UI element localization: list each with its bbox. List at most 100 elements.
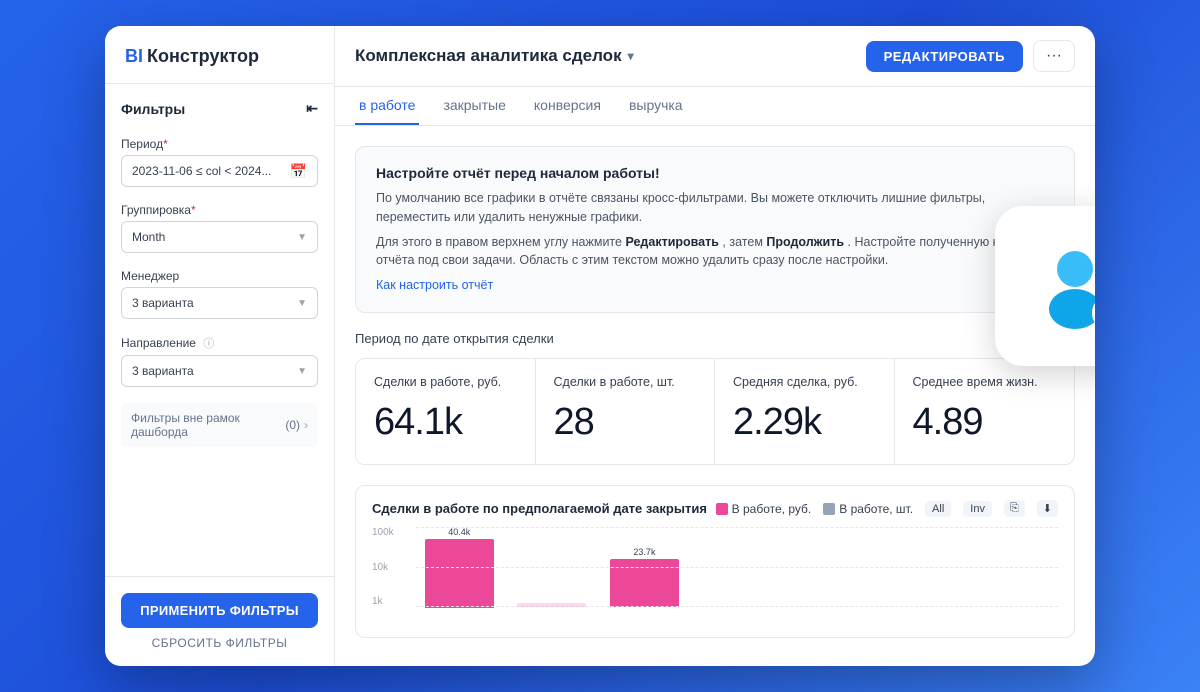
outside-filters-count: (0) (285, 418, 300, 432)
kpi-card-0: Сделки в работе, руб. 64.1k (356, 359, 536, 464)
tab-revenue[interactable]: выручка (625, 87, 687, 125)
direction-value: 3 варианта (132, 364, 194, 378)
chevron-down-icon: ▼ (297, 366, 307, 377)
bar-group-2: 23.7k (601, 527, 688, 625)
topbar: Комплексная аналитика сделок ▾ РЕДАКТИРО… (335, 26, 1095, 87)
y-label-1k: 1k (372, 596, 410, 607)
bar-group-3 (694, 527, 781, 625)
app-logo: BI Конструктор (105, 26, 334, 84)
bar-group-4 (786, 527, 873, 625)
period-input[interactable]: 2023-11-06 ≤ col < 2024... 📅 (121, 155, 318, 187)
period-filter-group: Период* 2023-11-06 ≤ col < 2024... 📅 (121, 137, 318, 187)
tab-in-work[interactable]: в работе (355, 87, 419, 125)
chart-copy-button[interactable]: ⎘ (1004, 500, 1025, 517)
kpi-title-1: Сделки в работе, шт. (554, 375, 697, 389)
chart-title: Сделки в работе по предполагаемой дате з… (372, 501, 707, 516)
period-value: 2023-11-06 ≤ col < 2024... (132, 164, 271, 178)
outside-filters[interactable]: Фильтры вне рамок дашборда (0) › (121, 403, 318, 447)
bar-pink-0 (425, 539, 494, 608)
logo-rest-text: Конструктор (147, 46, 259, 67)
chart-bars: 40.4k 23.7k (416, 527, 1058, 625)
topbar-title: Комплексная аналитика сделок ▾ (355, 46, 634, 66)
sidebar-content: Фильтры ⇤ Период* 2023-11-06 ≤ col < 202… (105, 84, 334, 576)
kpi-card-1: Сделки в работе, шт. 28 (536, 359, 716, 464)
y-label-100k: 100k (372, 527, 410, 538)
collapse-icon[interactable]: ⇤ (306, 100, 318, 117)
apply-filters-button[interactable]: ПРИМЕНИТЬ ФИЛЬТРЫ (121, 593, 318, 628)
ellipsis-icon: ··· (1046, 47, 1062, 65)
legend-label-pink: В работе, руб. (732, 502, 812, 516)
kpi-card-3: Среднее время жизн. 4.89 (895, 359, 1075, 464)
filters-title: Фильтры (121, 101, 185, 117)
tab-conversion[interactable]: конверсия (530, 87, 605, 125)
bar-group-1 (509, 527, 596, 625)
bar-group-5 (879, 527, 966, 625)
chart-y-axis: 100k 10k 1k (372, 527, 410, 625)
info-icon: ⓘ (203, 338, 214, 350)
setup-title: Настройте отчёт перед началом работы! (376, 165, 1054, 181)
chart-header: Сделки в работе по предполагаемой дате з… (356, 486, 1074, 527)
app-window: BI Конструктор Фильтры ⇤ Период* 2023-11… (105, 26, 1095, 666)
grouping-label: Группировка* (121, 203, 318, 217)
chevron-right-icon: › (304, 418, 308, 432)
main-content-area: Комплексная аналитика сделок ▾ РЕДАКТИРО… (335, 26, 1095, 666)
legend-dot-gray (823, 503, 835, 515)
bar-pink-3 (702, 605, 771, 607)
tabs-bar: в работе закрытые конверсия выручка (335, 87, 1095, 126)
kpi-title-2: Средняя сделка, руб. (733, 375, 876, 389)
y-label-10k: 10k (372, 562, 410, 573)
kpi-title-0: Сделки в работе, руб. (374, 375, 517, 389)
chevron-down-icon: ▼ (297, 298, 307, 309)
chart-download-button[interactable]: ⬇ (1037, 500, 1058, 517)
manager-select[interactable]: 3 варианта ▼ (121, 287, 318, 319)
chart-inv-button[interactable]: Inv (963, 501, 992, 517)
manager-filter-group: Менеджер 3 варианта ▼ (121, 269, 318, 319)
chart-legend: В работе, руб. В работе, шт. All Inv ⎘ ⬇ (716, 500, 1058, 517)
reset-filters-button[interactable]: СБРОСИТЬ ФИЛЬТРЫ (121, 636, 318, 650)
setup-link[interactable]: Как настроить отчёт (376, 278, 493, 292)
sidebar-footer: ПРИМЕНИТЬ ФИЛЬТРЫ СБРОСИТЬ ФИЛЬТРЫ (105, 576, 334, 666)
avatar-container (1030, 241, 1095, 331)
grouping-select[interactable]: Month ▼ (121, 221, 318, 253)
main-scrollable: Настройте отчёт перед началом работы! По… (335, 126, 1095, 666)
tab-closed[interactable]: закрытые (439, 87, 509, 125)
legend-label-gray: В работе, шт. (839, 502, 913, 516)
direction-label: Направление ⓘ (121, 335, 318, 351)
calendar-icon: 📅 (290, 163, 307, 180)
bar-val-label-0: 40.4k (448, 527, 470, 537)
setup-text1: По умолчанию все графики в отчёте связан… (376, 189, 1054, 227)
title-dropdown-icon[interactable]: ▾ (628, 49, 634, 63)
chevron-down-icon: ▼ (297, 232, 307, 243)
chart-body: 100k 10k 1k 40.4k (356, 527, 1074, 637)
outside-filters-label: Фильтры вне рамок дашборда (131, 411, 285, 439)
bar-val-label-2: 23.7k (633, 547, 655, 557)
period-section-label: Период по дате открытия сделки (355, 331, 1075, 346)
kpi-value-3: 4.89 (913, 401, 1057, 444)
direction-filter-group: Направление ⓘ 3 варианта ▼ (121, 335, 318, 387)
person-icon (1030, 241, 1095, 331)
bar-pink-2 (610, 559, 679, 607)
legend-dot-pink (716, 503, 728, 515)
chart-section: Сделки в работе по предполагаемой дате з… (355, 485, 1075, 638)
bar-group-6 (971, 527, 1058, 625)
sidebar: BI Конструктор Фильтры ⇤ Период* 2023-11… (105, 26, 335, 666)
topbar-actions: РЕДАКТИРОВАТЬ ··· (866, 40, 1075, 72)
edit-button[interactable]: РЕДАКТИРОВАТЬ (866, 41, 1023, 72)
direction-select[interactable]: 3 варианта ▼ (121, 355, 318, 387)
kpi-title-3: Среднее время жизн. (913, 375, 1057, 389)
kpi-card-2: Средняя сделка, руб. 2.29k (715, 359, 895, 464)
bar-group-0: 40.4k (416, 527, 503, 625)
period-label: Период* (121, 137, 318, 151)
legend-item-gray: В работе, шт. (823, 502, 913, 516)
grouping-value: Month (132, 230, 165, 244)
filters-header: Фильтры ⇤ (121, 100, 318, 117)
kpi-value-1: 28 (554, 401, 697, 444)
floating-card (995, 206, 1095, 366)
grouping-filter-group: Группировка* Month ▼ (121, 203, 318, 253)
setup-block: Настройте отчёт перед началом работы! По… (355, 146, 1075, 313)
legend-item-pink: В работе, руб. (716, 502, 812, 516)
setup-text2: Для этого в правом верхнем углу нажмите … (376, 233, 1054, 271)
more-options-button[interactable]: ··· (1033, 40, 1075, 72)
chart-all-button[interactable]: All (925, 501, 951, 517)
kpi-value-0: 64.1k (374, 401, 517, 444)
